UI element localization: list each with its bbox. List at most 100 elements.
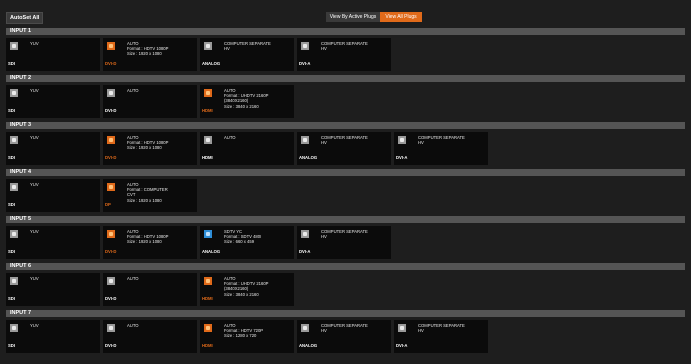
plug-info: AUTO <box>127 88 195 93</box>
plug-tile[interactable]: DVI-D AUTO Format : HDTV 1080P Size : 1920 … <box>103 226 197 259</box>
plug-tile[interactable]: ANALOG COMPUTER SEPARATE HV <box>200 38 294 71</box>
plug-tile[interactable]: SDI YUV <box>6 85 100 118</box>
plug-tile[interactable]: SDI YUV <box>6 132 100 165</box>
input-section: INPUT 7 SDI YUV DVI-D AUTO HDMI AUTO Format : H… <box>6 310 685 357</box>
plug-tile[interactable]: DVI-A COMPUTER SEPARATE HV <box>297 38 391 71</box>
plug-tile[interactable]: DVI-A COMPUTER SEPARATE HV <box>394 320 488 353</box>
analog-icon <box>301 324 309 332</box>
input-header[interactable]: INPUT 4 <box>6 169 685 176</box>
plug-info: YUV <box>30 41 98 46</box>
plug-info: COMPUTER SEPARATE HV <box>321 229 389 239</box>
plug-info: COMPUTER SEPARATE HV <box>224 41 292 51</box>
plug-info-line: HV <box>321 328 327 334</box>
plug-type-label: DVI-A <box>396 155 408 160</box>
plug-tile[interactable]: SDI YUV <box>6 320 100 353</box>
view-all-plugs-button[interactable]: View All Plugs <box>380 12 422 22</box>
plug-tile[interactable]: ANALOG COMPUTER SEPARATE HV <box>297 320 391 353</box>
plug-info-line: YUV <box>30 182 39 187</box>
plug-tile[interactable]: ANALOG COMPUTER SEPARATE HV <box>297 132 391 165</box>
view-active-plugs-button[interactable]: View By Active Plugs <box>326 12 380 22</box>
plug-tile[interactable]: HDMI AUTO Format : UHDTV 2160P (3840X2160) S… <box>200 85 294 118</box>
plug-info-line: Size : 1920 x 1080 <box>127 145 162 151</box>
plug-tile[interactable]: DVI-D AUTO <box>103 273 197 306</box>
input-header[interactable]: INPUT 1 <box>6 28 685 35</box>
input-header[interactable]: INPUT 2 <box>6 75 685 82</box>
plug-info: AUTO Format : UHDTV 2160P (3840X2160) Size … <box>224 276 292 297</box>
dvi-d-icon <box>107 230 115 238</box>
plug-tile[interactable]: DVI-D AUTO <box>103 320 197 353</box>
plug-tile[interactable]: DVI-D AUTO Format : HDTV 1080P Size : 1920 … <box>103 38 197 71</box>
plug-info-line: HV <box>321 140 327 146</box>
plug-info-line: HV <box>224 46 230 52</box>
plug-tile[interactable]: SDI YUV <box>6 273 100 306</box>
input-header[interactable]: INPUT 6 <box>6 263 685 270</box>
plug-type-label: DVI-D <box>105 343 117 348</box>
sdi-icon <box>10 230 18 238</box>
plug-info: AUTO <box>127 276 195 281</box>
plug-type-label: ANALOG <box>202 249 221 254</box>
plug-tile[interactable]: HDMI AUTO Format : UHDTV 2160P (3840X2160) S… <box>200 273 294 306</box>
plug-tile[interactable]: DVI-D AUTO <box>103 85 197 118</box>
plug-info: YUV <box>30 135 98 140</box>
input-header[interactable]: INPUT 5 <box>6 216 685 223</box>
dvi-a-icon <box>398 136 406 144</box>
plug-info: SDTV YC Format : SDTV 480I Size : 660 x 45… <box>224 229 292 245</box>
dvi-d-icon <box>107 42 115 50</box>
sdi-icon <box>10 324 18 332</box>
plug-tile[interactable]: ANALOG SDTV YC Format : SDTV 480I Size : 66… <box>200 226 294 259</box>
plug-type-label: DVI-A <box>299 249 311 254</box>
plug-tile[interactable]: DVI-A COMPUTER SEPARATE HV <box>394 132 488 165</box>
plug-info-line: Size : 3840 x 2160 <box>224 103 259 109</box>
input-section: INPUT 2 SDI YUV DVI-D AUTO HDMI AUTO Format : U… <box>6 75 685 122</box>
dp-icon <box>107 183 115 191</box>
input-header[interactable]: INPUT 3 <box>6 122 685 129</box>
plug-tile[interactable]: DP AUTO Format : COMPUTER CVT Size : 1920 x … <box>103 179 197 212</box>
plug-type-label: SDI <box>8 249 15 254</box>
plug-tile[interactable]: HDMI AUTO Format : HDTV 720P Size : 1280 x … <box>200 320 294 353</box>
plug-info-line: YUV <box>30 229 39 234</box>
plug-info: AUTO Format : HDTV 1080P Size : 1920 x 108… <box>127 229 195 245</box>
plug-info: AUTO Format : COMPUTER CVT Size : 1920 x 10… <box>127 182 195 203</box>
plug-row: SDI YUV DVI-D AUTO Format : HDTV 1080P Size :… <box>6 223 685 263</box>
plug-info: AUTO <box>127 323 195 328</box>
plug-tile[interactable]: SDI YUV <box>6 179 100 212</box>
dvi-d-icon <box>107 89 115 97</box>
plug-tile[interactable]: DVI-A COMPUTER SEPARATE HV <box>297 226 391 259</box>
plug-type-label: ANALOG <box>202 61 221 66</box>
plug-info-line: HV <box>418 140 424 146</box>
plug-info: COMPUTER SEPARATE HV <box>418 323 486 333</box>
plug-info-line: YUV <box>30 88 39 93</box>
autoset-all-button[interactable]: AutoSet All <box>6 12 44 24</box>
plug-info: COMPUTER SEPARATE HV <box>321 41 389 51</box>
plug-info: AUTO Format : HDTV 1080P Size : 1920 x 108… <box>127 135 195 151</box>
plug-info: AUTO Format : UHDTV 2160P (3840X2160) Size … <box>224 88 292 109</box>
plug-info-line: YUV <box>30 276 39 281</box>
plug-info: YUV <box>30 88 98 93</box>
plug-info-line: YUV <box>30 323 39 328</box>
plug-info-line: Size : 660 x 459 <box>224 239 255 245</box>
plug-type-label: HDMI <box>202 343 213 348</box>
plug-tile[interactable]: HDMI AUTO <box>200 132 294 165</box>
plug-info-line: AUTO <box>224 135 236 140</box>
plug-info: COMPUTER SEPARATE HV <box>321 323 389 333</box>
plug-info-line: Size : 3840 x 2160 <box>224 291 259 297</box>
input-section: INPUT 4 SDI YUV DP AUTO Format : COMPUTER CVT S… <box>6 169 685 216</box>
plug-type-label: SDI <box>8 61 15 66</box>
plug-type-label: DP <box>105 202 111 207</box>
plug-tile[interactable]: SDI YUV <box>6 38 100 71</box>
plug-type-label: DVI-A <box>396 343 408 348</box>
input-header[interactable]: INPUT 7 <box>6 310 685 317</box>
plug-row: SDI YUV DVI-D AUTO HDMI AUTO Format : UHDTV 21… <box>6 82 685 122</box>
dvi-d-icon <box>107 277 115 285</box>
plug-type-label: HDMI <box>202 155 213 160</box>
plug-type-label: SDI <box>8 202 15 207</box>
toolbar: AutoSet All View By Active Plugs View Al… <box>0 0 691 28</box>
plug-tile[interactable]: SDI YUV <box>6 226 100 259</box>
input-list: INPUT 1 SDI YUV DVI-D AUTO Format : HDTV 1080… <box>6 28 685 357</box>
plug-type-label: SDI <box>8 108 15 113</box>
plug-type-label: DVI-D <box>105 249 117 254</box>
plug-info: AUTO <box>224 135 292 140</box>
hdmi-icon <box>204 277 212 285</box>
plug-info-line: HV <box>418 328 424 334</box>
plug-tile[interactable]: DVI-D AUTO Format : HDTV 1080P Size : 1920 … <box>103 132 197 165</box>
